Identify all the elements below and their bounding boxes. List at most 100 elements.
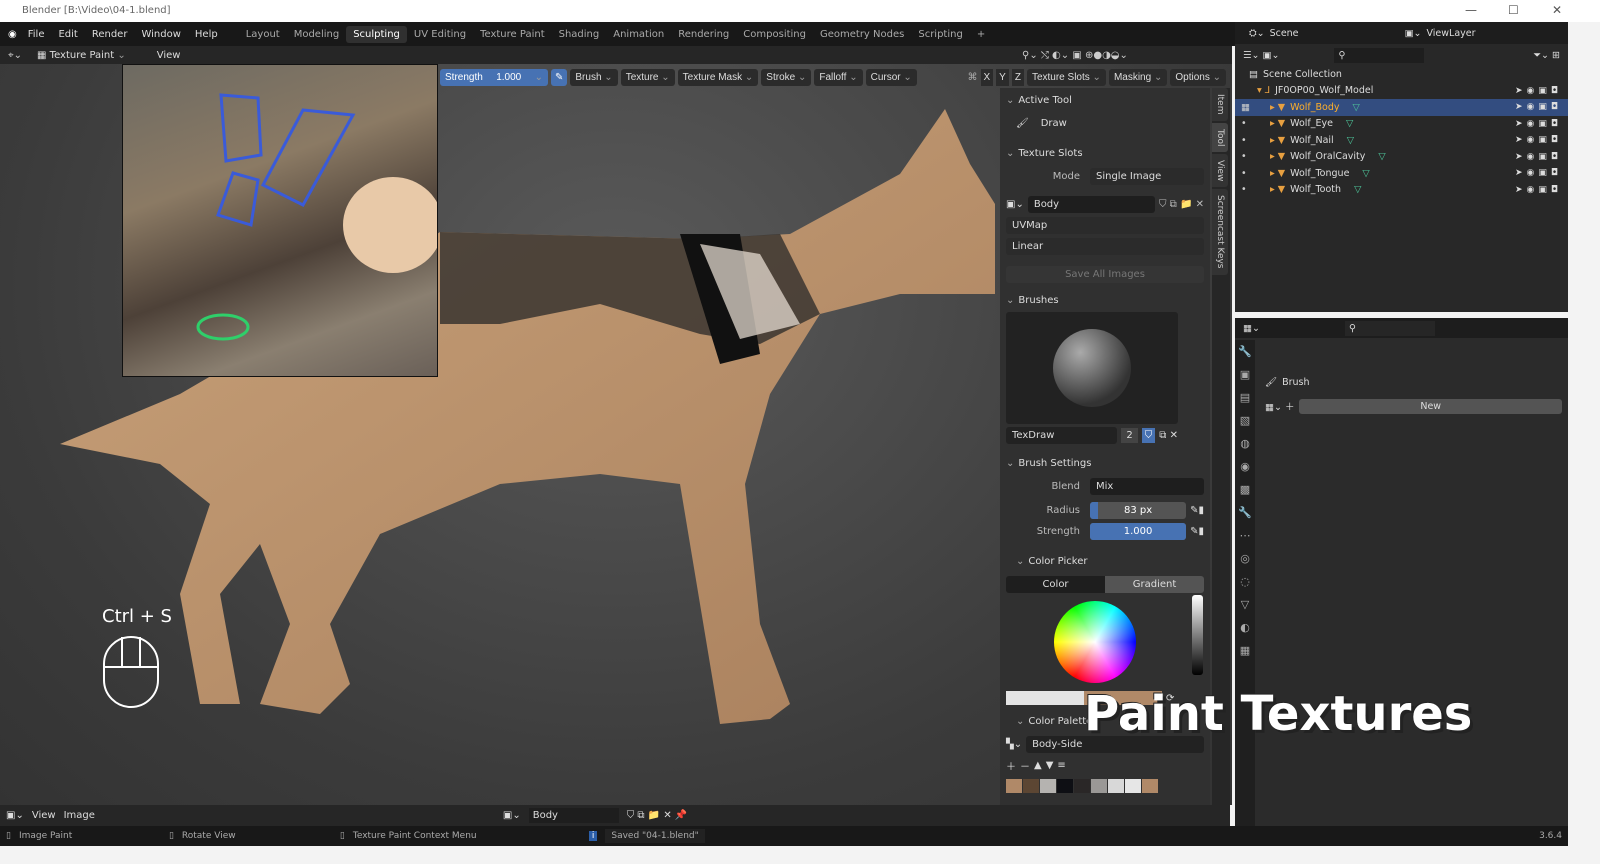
tab-uv-editing[interactable]: UV Editing bbox=[407, 26, 473, 43]
image-actions-icons[interactable]: ⛉ ⧉ 📁 ✕ 📌 bbox=[627, 810, 688, 821]
uvmap-select[interactable]: UVMap bbox=[1006, 216, 1204, 234]
remove-color-button[interactable]: － bbox=[1020, 758, 1030, 773]
image-browse-icon[interactable]: ▣⌄ bbox=[503, 810, 521, 821]
palette-swatch[interactable] bbox=[1023, 779, 1039, 793]
brushes-header[interactable]: Brushes bbox=[1006, 288, 1204, 312]
palette-swatch[interactable] bbox=[1142, 779, 1158, 793]
minimize-button[interactable]: — bbox=[1465, 3, 1477, 17]
menu-edit[interactable]: Edit bbox=[51, 29, 84, 40]
mode-select[interactable]: Single Image bbox=[1090, 167, 1204, 185]
properties-type-icon[interactable]: ▦⌄ bbox=[1243, 323, 1260, 334]
image-name-field[interactable]: Body bbox=[1027, 195, 1155, 213]
menu-window[interactable]: Window bbox=[134, 29, 187, 40]
texture-slots-header[interactable]: Texture Slots bbox=[1006, 141, 1204, 165]
radius-pressure-icon[interactable]: ✎▮ bbox=[1190, 505, 1204, 516]
maximize-button[interactable]: ☐ bbox=[1508, 3, 1519, 17]
texture-slots-dropdown[interactable]: Texture Slots bbox=[1026, 68, 1106, 86]
tab-view[interactable]: View bbox=[1212, 153, 1228, 188]
fake-user-icon[interactable]: ⛉ bbox=[1141, 427, 1156, 443]
move-down-button[interactable]: ▼ bbox=[1046, 760, 1054, 771]
properties-search[interactable]: ⚲ bbox=[1344, 320, 1435, 336]
falloff-dropdown[interactable]: Falloff bbox=[814, 68, 863, 86]
color-wheel[interactable] bbox=[1054, 601, 1136, 683]
tab-modeling[interactable]: Modeling bbox=[287, 26, 347, 43]
display-mode-icon[interactable]: ☰⌄ ▣⌄ bbox=[1243, 50, 1279, 61]
outliner-search[interactable]: ⚲ bbox=[1334, 47, 1425, 63]
properties-tab-icons[interactable]: 🔧 ▣ ▤ ▧ ◍ ◉ ▩ 🔧 ⋯ ◎ ◌ ▽ ◐ ▦ bbox=[1235, 340, 1255, 826]
options-dropdown[interactable]: Options bbox=[1170, 68, 1226, 86]
pressure-icon[interactable]: ✎ bbox=[551, 68, 568, 86]
tab-compositing[interactable]: Compositing bbox=[736, 26, 813, 43]
outliner-item[interactable]: • ▸ ▼ Wolf_Tongue ▽ ➤◉▣◘ bbox=[1235, 165, 1568, 182]
texture-icon[interactable]: ▦⌄ ＋ bbox=[1265, 399, 1294, 413]
color-picker-header[interactable]: Color Picker bbox=[1006, 549, 1204, 573]
visibility-toggles[interactable]: ➤◉▣◘ bbox=[1515, 119, 1562, 129]
palette-swatch[interactable] bbox=[1108, 779, 1124, 793]
tab-geometry-nodes[interactable]: Geometry Nodes bbox=[813, 26, 911, 43]
outliner-item[interactable]: • ▸ ▼ Wolf_Nail ▽ ➤◉▣◘ bbox=[1235, 132, 1568, 149]
palette-swatch[interactable] bbox=[1074, 779, 1090, 793]
tab-screencast-keys[interactable]: Screencast Keys bbox=[1212, 189, 1228, 275]
duplicate-brush-icon[interactable]: ⧉ ✕ bbox=[1159, 430, 1178, 441]
value-slider[interactable] bbox=[1192, 595, 1203, 675]
tab-item[interactable]: Item bbox=[1212, 88, 1228, 121]
texture-mask-dropdown[interactable]: Texture Mask bbox=[677, 68, 759, 86]
active-tool-draw[interactable]: 🖌 Draw bbox=[1006, 113, 1204, 133]
primary-color-swatch[interactable] bbox=[1006, 691, 1084, 705]
move-up-button[interactable]: ▲ bbox=[1034, 760, 1042, 771]
axis-x[interactable]: X bbox=[980, 68, 994, 86]
texture-dropdown[interactable]: Texture bbox=[620, 68, 675, 86]
image-actions-icons[interactable]: ⛉ ⧉ 📁 ✕ bbox=[1159, 199, 1204, 210]
scene-name[interactable]: Scene bbox=[1270, 28, 1380, 39]
palette-swatch[interactable] bbox=[1091, 779, 1107, 793]
tab-shading[interactable]: Shading bbox=[552, 26, 607, 43]
outliner-item[interactable]: • ▸ ▼ Wolf_Tooth ▽ ➤◉▣◘ bbox=[1235, 182, 1568, 199]
visibility-toggles[interactable]: ➤◉▣◘ bbox=[1515, 102, 1562, 112]
tab-texture-paint[interactable]: Texture Paint bbox=[473, 26, 552, 43]
menu-help[interactable]: Help bbox=[188, 29, 225, 40]
radius-slider[interactable]: 83 px bbox=[1090, 501, 1187, 519]
visibility-toggles[interactable]: ➤◉▣◘ bbox=[1515, 152, 1562, 162]
filter-icon[interactable]: ⏷⌄ ⊞ bbox=[1533, 50, 1560, 61]
add-color-button[interactable]: ＋ bbox=[1006, 758, 1016, 773]
close-button[interactable]: ✕ bbox=[1552, 3, 1562, 17]
outliner-item[interactable]: • ▸ ▼ Wolf_Eye ▽ ➤◉▣◘ bbox=[1235, 116, 1568, 133]
palette-swatch[interactable] bbox=[1006, 779, 1022, 793]
active-tool-header[interactable]: Active Tool bbox=[1006, 88, 1204, 112]
palette-swatch[interactable] bbox=[1040, 779, 1056, 793]
axis-y[interactable]: Y bbox=[996, 68, 1009, 86]
menu-file[interactable]: File bbox=[21, 29, 52, 40]
image-name-field-bottom[interactable]: Body bbox=[528, 808, 619, 823]
visibility-toggles[interactable]: ➤◉▣◘ bbox=[1515, 135, 1562, 145]
editor-type-icon[interactable]: ⌖⌄ bbox=[8, 50, 22, 61]
image-browse-icon[interactable]: ▣⌄ bbox=[1006, 199, 1024, 210]
stroke-dropdown[interactable]: Stroke bbox=[761, 68, 812, 86]
visibility-toggles[interactable]: ➤◉▣◘ bbox=[1515, 86, 1562, 96]
visibility-toggles[interactable]: ➤◉▣◘ bbox=[1515, 185, 1562, 195]
tab-animation[interactable]: Animation bbox=[606, 26, 671, 43]
add-workspace-button[interactable]: + bbox=[970, 26, 992, 43]
new-button[interactable]: New bbox=[1299, 398, 1562, 414]
brush-preview[interactable] bbox=[1006, 312, 1178, 424]
color-tab[interactable]: Color bbox=[1006, 575, 1105, 593]
interpolation-select[interactable]: Linear bbox=[1006, 237, 1204, 255]
menu-render[interactable]: Render bbox=[85, 29, 135, 40]
brush-users-count[interactable]: 2 bbox=[1121, 427, 1138, 443]
palette-browse-icon[interactable]: ▚⌄ bbox=[1006, 739, 1022, 750]
view-layer-name[interactable]: ViewLayer bbox=[1427, 28, 1476, 39]
tab-sculpting[interactable]: Sculpting bbox=[346, 25, 407, 43]
brush-name-field[interactable]: TexDraw bbox=[1006, 426, 1118, 444]
gradient-tab[interactable]: Gradient bbox=[1105, 575, 1204, 593]
sort-icon[interactable]: ≡ bbox=[1057, 760, 1065, 771]
visibility-toggles[interactable]: ➤◉▣◘ bbox=[1515, 168, 1562, 178]
strength-slider-panel[interactable]: 1.000 bbox=[1090, 522, 1187, 540]
brush-settings-header[interactable]: Brush Settings bbox=[1006, 451, 1204, 475]
masking-dropdown[interactable]: Masking bbox=[1108, 68, 1168, 86]
blend-select[interactable]: Mix bbox=[1090, 477, 1204, 495]
outliner-item[interactable]: • ▸ ▼ Wolf_OralCavity ▽ ➤◉▣◘ bbox=[1235, 149, 1568, 166]
view-layer-icon[interactable]: ▣⌄ bbox=[1405, 28, 1422, 39]
palette-swatch[interactable] bbox=[1125, 779, 1141, 793]
scene-collection-row[interactable]: ▤ Scene Collection bbox=[1235, 66, 1568, 83]
save-all-images-button[interactable]: Save All Images bbox=[1006, 265, 1204, 283]
cursor-dropdown[interactable]: Cursor bbox=[865, 68, 917, 86]
